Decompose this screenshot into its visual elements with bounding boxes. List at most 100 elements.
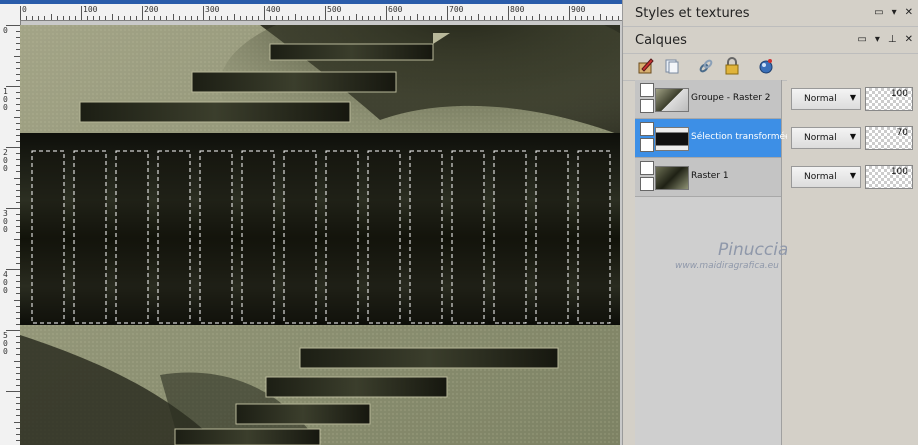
ruler-tick <box>392 16 394 20</box>
ruler-tick <box>257 16 259 20</box>
selection-marquee[interactable] <box>241 150 275 324</box>
lock-icon[interactable] <box>723 57 741 75</box>
opacity-value: 100 <box>890 167 908 177</box>
close-icon[interactable]: ✕ <box>905 7 913 18</box>
ruler-tick <box>6 330 20 331</box>
ruler-tick <box>196 16 198 20</box>
dropdown-arrow-icon: ▼ <box>849 132 856 141</box>
selection-marquee[interactable] <box>535 150 569 324</box>
selection-marquee[interactable] <box>577 150 611 324</box>
chevron-down-icon[interactable]: ▾ <box>892 7 897 18</box>
layer-row-selection-transformee[interactable]: Sélection transformée <box>635 119 791 158</box>
ruler-tick <box>379 16 381 20</box>
ruler-label: 100 <box>83 5 98 14</box>
eye-icon[interactable] <box>640 138 654 152</box>
opacity-slider[interactable]: 70 <box>865 126 913 150</box>
ruler-tick <box>569 6 570 20</box>
ruler-label: 200 <box>144 5 159 14</box>
ruler-tick <box>398 16 400 20</box>
ruler-tick <box>526 16 528 20</box>
ruler-tick <box>32 16 34 20</box>
layer-properties-icon[interactable] <box>637 57 655 75</box>
mask-icon[interactable] <box>757 57 775 75</box>
ruler-top-strip <box>0 0 622 4</box>
layer-row-raster-1[interactable]: Raster 1 <box>635 158 781 197</box>
ruler-tick <box>514 16 516 20</box>
blend-mode-select[interactable]: Normal ▼ <box>791 88 861 110</box>
canvas-area[interactable]: 0 100 200 300 400 500 600 700 800 900 0 100 200 300 4… <box>0 0 622 445</box>
selection-marquee[interactable] <box>325 150 359 324</box>
layers-panel-header: Calques ▭ ▾ ⊥ ✕ <box>623 27 918 54</box>
ruler-label: 600 <box>388 5 403 14</box>
opacity-slider[interactable]: 100 <box>865 165 913 189</box>
selection-marquee[interactable] <box>115 150 149 324</box>
ruler-tick <box>99 16 101 20</box>
ruler-tick <box>465 16 467 20</box>
duplicate-layer-icon[interactable] <box>663 57 681 75</box>
ruler-tick <box>599 14 601 20</box>
ruler-tick <box>361 16 363 20</box>
ruler-tick <box>447 6 448 20</box>
ruler-tick <box>74 16 76 20</box>
image-canvas[interactable] <box>20 25 620 445</box>
ruler-tick <box>38 16 40 20</box>
ruler-label: 0 <box>3 26 8 35</box>
ruler-tick <box>276 16 278 20</box>
ruler-tick <box>270 16 272 20</box>
ruler-label: 700 <box>449 5 464 14</box>
pin-icon[interactable]: ⊥ <box>888 34 897 45</box>
ruler-tick <box>294 14 296 20</box>
eye-icon[interactable] <box>640 99 654 113</box>
ruler-tick <box>422 16 424 20</box>
ruler-tick <box>318 16 320 20</box>
maximize-icon[interactable]: ▭ <box>874 7 883 18</box>
selection-marquee[interactable] <box>451 150 485 324</box>
ruler-tick <box>331 16 333 20</box>
dropdown-arrow-icon: ▼ <box>849 93 856 102</box>
selection-marquee[interactable] <box>493 150 527 324</box>
close-icon[interactable]: ✕ <box>905 34 913 45</box>
opacity-slider[interactable]: 100 <box>865 87 913 111</box>
link-icon[interactable] <box>697 57 715 75</box>
ruler-tick <box>587 16 589 20</box>
ruler-tick <box>184 16 186 20</box>
blend-mode-select[interactable]: Normal ▼ <box>791 166 861 188</box>
ruler-tick <box>6 25 20 26</box>
layer-row-groupe-raster-2[interactable]: Groupe - Raster 2 <box>635 80 781 119</box>
ruler-tick <box>556 16 558 20</box>
ruler-tick <box>404 16 406 20</box>
blend-mode-select[interactable]: Normal ▼ <box>791 127 861 149</box>
ruler-tick <box>6 86 20 87</box>
maximize-icon[interactable]: ▭ <box>857 34 866 45</box>
ruler-tick <box>93 16 95 20</box>
ruler-tick <box>495 16 497 20</box>
selection-marquee[interactable] <box>409 150 443 324</box>
ruler-tick <box>550 16 552 20</box>
ruler-tick <box>123 16 125 20</box>
selection-marquee[interactable] <box>73 150 107 324</box>
ruler-tick <box>459 16 461 20</box>
selection-marquee[interactable] <box>157 150 191 324</box>
ruler-tick <box>282 16 284 20</box>
selection-marquee[interactable] <box>367 150 401 324</box>
ruler-tick <box>477 14 479 20</box>
ruler-tick <box>593 16 595 20</box>
chevron-down-icon[interactable]: ▾ <box>875 34 880 45</box>
ruler-tick <box>44 16 46 20</box>
ruler-tick <box>117 16 119 20</box>
styles-panel-title: Styles et textures <box>635 6 750 21</box>
ruler-tick <box>148 16 150 20</box>
ruler-tick <box>26 16 28 20</box>
side-panel: Styles et textures ▭ ▾ ✕ Calques ▭ ▾ ⊥ ✕ <box>622 0 918 445</box>
selection-marquee[interactable] <box>199 150 233 324</box>
ruler-tick <box>355 14 357 20</box>
opacity-value: 100 <box>890 89 908 99</box>
ruler-tick <box>105 16 107 20</box>
ruler-label: 500 <box>3 331 8 356</box>
ruler-tick <box>581 16 583 20</box>
eye-icon[interactable] <box>640 177 654 191</box>
ruler-tick <box>56 16 58 20</box>
selection-marquee[interactable] <box>283 150 317 324</box>
selection-marquee[interactable] <box>31 150 65 324</box>
ruler-tick <box>538 14 540 20</box>
